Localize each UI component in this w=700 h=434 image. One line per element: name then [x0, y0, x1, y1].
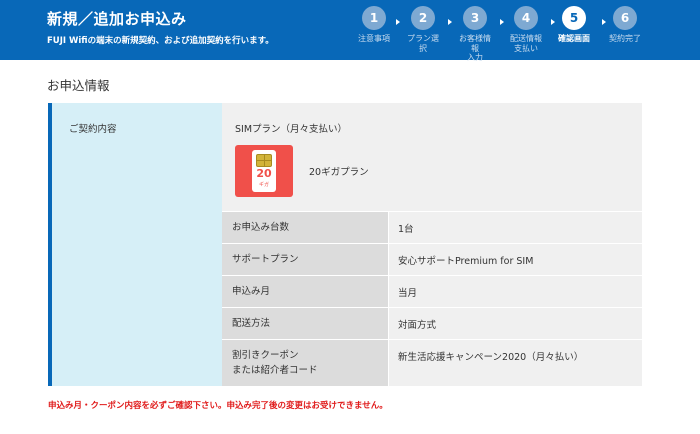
step-number: 3	[463, 6, 487, 30]
step-number: 6	[613, 6, 637, 30]
row-key: お申込み台数	[222, 212, 389, 243]
row-value: 新生活応援キャンペーン2020（月々払い）	[389, 340, 642, 386]
warning-notice: 申込み月・クーポン内容を必ずご確認下さい。申込み完了後の変更はお受けできません。	[48, 401, 388, 411]
sim-card-body: 20 ギガ	[252, 150, 276, 192]
sim-card-icon: 20 ギガ	[235, 145, 293, 197]
step-3: 3 お客様情 報 入力	[449, 6, 501, 63]
table-row: 申込み月 当月	[222, 275, 642, 307]
sim-capacity: 20	[256, 167, 272, 180]
step-label: 確認画面	[558, 34, 590, 43]
step-1: 1 注意事項	[348, 6, 400, 44]
page-title: 新規／追加お申込み	[47, 10, 187, 28]
step-label: 配送情報 支払い	[510, 34, 542, 53]
contract-details-table: お申込み台数 1台 サポートプラン 安心サポートPremium for SIM …	[222, 211, 642, 386]
page-header: 新規／追加お申込み FUJI Wifiの端末の新規契約、および追加契約を行います…	[0, 0, 700, 63]
step-6: 6 契約完了	[599, 6, 651, 44]
step-label: プラン選 択	[407, 34, 439, 53]
page-subtitle: FUJI Wifiの端末の新規契約、および追加契約を行います。	[47, 36, 274, 46]
sim-unit: ギガ	[258, 182, 269, 188]
row-key: 配送方法	[222, 308, 389, 339]
row-value: 当月	[389, 276, 642, 307]
step-number: 2	[411, 6, 435, 30]
row-key: 申込み月	[222, 276, 389, 307]
step-4: 4 配送情報 支払い	[500, 6, 552, 53]
step-label: 注意事項	[358, 34, 390, 43]
step-number: 4	[514, 6, 538, 30]
row-key: サポートプラン	[222, 244, 389, 275]
section-title: お申込情報	[47, 78, 110, 93]
row-value: 安心サポートPremium for SIM	[389, 244, 642, 275]
step-number: 5	[562, 6, 586, 30]
row-value: 対面方式	[389, 308, 642, 339]
plan-value: 20ギガプラン	[309, 167, 369, 178]
contract-label-cell: ご契約内容	[48, 103, 222, 386]
contract-panel: ご契約内容 SIMプラン（月々支払い） 20 ギガ 20ギガプラン お申込み台数…	[48, 103, 642, 386]
table-row: サポートプラン 安心サポートPremium for SIM	[222, 243, 642, 275]
row-key: 割引きクーポン または紹介者コード	[222, 340, 389, 386]
progress-steps: 1 注意事項 2 プラン選 択 3 お客様情 報 入力 4 配送情報 支払い 5…	[348, 6, 646, 63]
sim-chip-icon	[256, 154, 272, 167]
step-label: お客様情 報 入力	[459, 34, 491, 62]
row-value: 1台	[389, 212, 642, 243]
step-label: 契約完了	[609, 34, 641, 43]
table-row: 配送方法 対面方式	[222, 307, 642, 339]
step-5: 5 確認画面	[548, 6, 600, 44]
table-row: お申込み台数 1台	[222, 211, 642, 243]
table-row: 割引きクーポン または紹介者コード 新生活応援キャンペーン2020（月々払い）	[222, 339, 642, 386]
contract-label: ご契約内容	[69, 124, 117, 135]
plan-name: SIMプラン（月々支払い）	[235, 124, 348, 135]
step-2: 2 プラン選 択	[397, 6, 449, 53]
step-number: 1	[362, 6, 386, 30]
